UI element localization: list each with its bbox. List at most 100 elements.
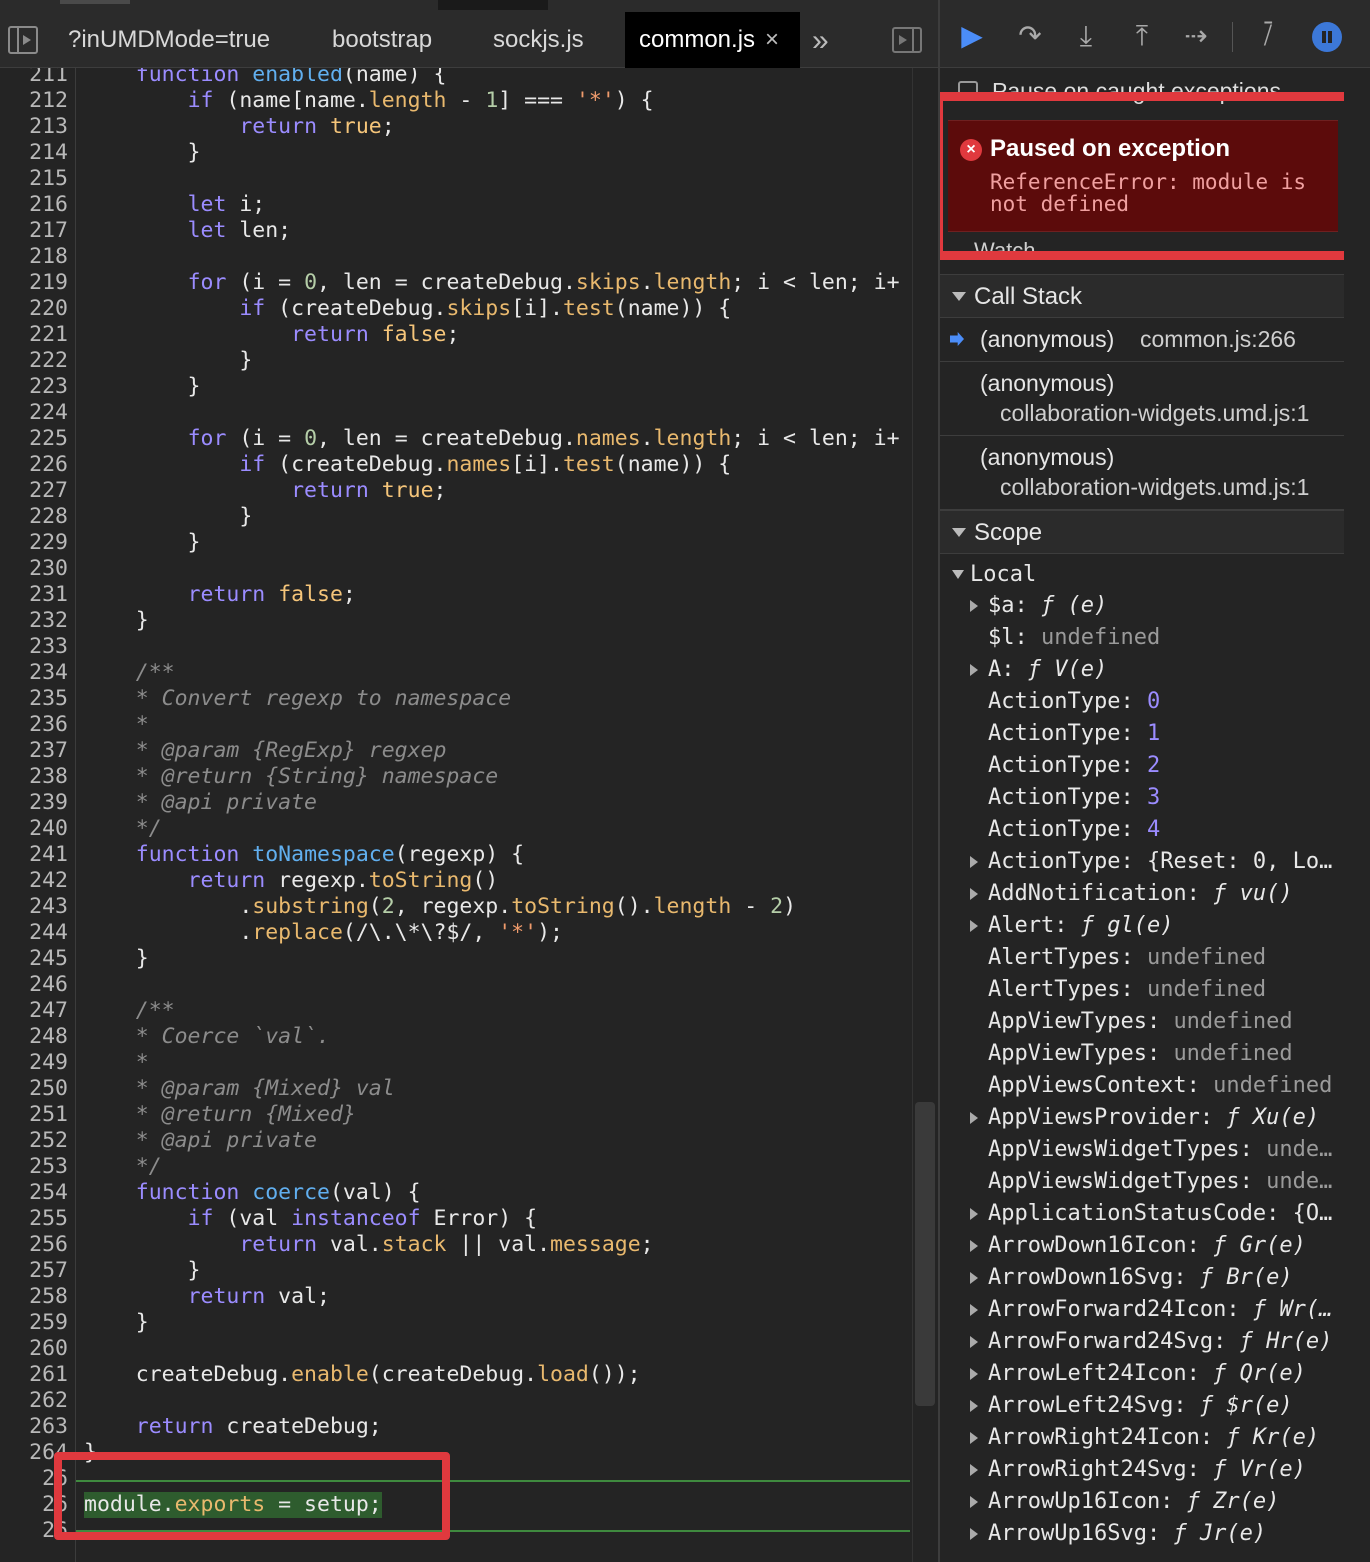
code-line[interactable]: 213 return true; [0, 114, 910, 140]
line-number[interactable]: 257 [0, 1258, 68, 1284]
code-line[interactable]: 221 return false; [0, 322, 910, 348]
scope-variable[interactable]: ActionType: 4 [940, 814, 1344, 846]
code-line[interactable]: 257 } [0, 1258, 910, 1284]
code-line[interactable]: 225 for (i = 0, len = createDebug.names.… [0, 426, 910, 452]
code-line[interactable]: 250 * @param {Mixed} val [0, 1076, 910, 1102]
line-number[interactable]: 243 [0, 894, 68, 920]
line-number[interactable]: 258 [0, 1284, 68, 1310]
scope-variable[interactable]: ArrowRight24Svg: ƒ Vr(e) [940, 1454, 1344, 1486]
line-number[interactable]: 239 [0, 790, 68, 816]
scope-variable[interactable]: ActionType: {Reset: 0, Lo… [940, 846, 1344, 878]
line-number[interactable]: 214 [0, 140, 68, 166]
code-line[interactable]: 243 .substring(2, regexp.toString().leng… [0, 894, 910, 920]
code-line[interactable]: 218 [0, 244, 910, 270]
code-line[interactable]: 240 */ [0, 816, 910, 842]
step-icon[interactable]: ⇢ [1178, 18, 1214, 54]
line-number[interactable]: 213 [0, 114, 68, 140]
code-line[interactable]: 245 } [0, 946, 910, 972]
line-number[interactable]: 227 [0, 478, 68, 504]
expand-triangle-icon[interactable] [970, 1432, 978, 1444]
scope-local-header[interactable]: Local [952, 562, 1036, 587]
code-line[interactable]: 236 * [0, 712, 910, 738]
code-line[interactable]: 252 * @api private [0, 1128, 910, 1154]
line-number[interactable]: 246 [0, 972, 68, 998]
expand-triangle-icon[interactable] [970, 888, 978, 900]
line-number[interactable]: 222 [0, 348, 68, 374]
line-number[interactable]: 250 [0, 1076, 68, 1102]
line-number[interactable]: 216 [0, 192, 68, 218]
code-line[interactable]: 251 * @return {Mixed} [0, 1102, 910, 1128]
code-line[interactable]: 242 return regexp.toString() [0, 868, 910, 894]
expand-triangle-icon[interactable] [970, 1496, 978, 1508]
expand-triangle-icon[interactable] [970, 1208, 978, 1220]
tab-close-icon[interactable]: × [765, 26, 779, 53]
line-number[interactable]: 211 [0, 68, 68, 88]
code-line[interactable]: 262 [0, 1388, 910, 1414]
line-number[interactable]: 215 [0, 166, 68, 192]
code-line[interactable]: 260 [0, 1336, 910, 1362]
line-number[interactable]: 230 [0, 556, 68, 582]
scope-variable[interactable]: Alert: ƒ gl(e) [940, 910, 1344, 942]
scope-variable[interactable]: ArrowForward24Icon: ƒ Wr(… [940, 1294, 1344, 1326]
scope-variable[interactable]: AppViewsWidgetTypes: unde… [940, 1166, 1344, 1198]
scope-variable[interactable]: ApplicationStatusCode: {O… [940, 1198, 1344, 1230]
line-number[interactable]: 260 [0, 1336, 68, 1362]
scope-header[interactable]: Scope [940, 510, 1344, 554]
scope-variable[interactable]: ArrowDown16Svg: ƒ Br(e) [940, 1262, 1344, 1294]
scope-variable[interactable]: AppViewsProvider: ƒ Xu(e) [940, 1102, 1344, 1134]
scope-variable[interactable]: AppViewTypes: undefined [940, 1006, 1344, 1038]
line-number[interactable]: 249 [0, 1050, 68, 1076]
code-line[interactable]: 244 .replace(/\.\*\?$/, '*'); [0, 920, 910, 946]
code-line[interactable]: 219 for (i = 0, len = createDebug.skips.… [0, 270, 910, 296]
line-number[interactable]: 238 [0, 764, 68, 790]
code-line[interactable]: 235 * Convert regexp to namespace [0, 686, 910, 712]
call-stack-header[interactable]: Call Stack [940, 274, 1344, 318]
line-number[interactable]: 242 [0, 868, 68, 894]
navigator-toggle-icon[interactable] [8, 26, 38, 54]
code-line[interactable]: 248 * Coerce `val`. [0, 1024, 910, 1050]
expand-triangle-icon[interactable] [970, 1528, 978, 1540]
scope-variable[interactable]: $l: undefined [940, 622, 1344, 654]
line-number[interactable]: 224 [0, 400, 68, 426]
scope-variable[interactable]: $a: ƒ (e) [940, 590, 1344, 622]
line-number[interactable]: 241 [0, 842, 68, 868]
code-line[interactable]: 261 createDebug.enable(createDebug.load(… [0, 1362, 910, 1388]
code-line[interactable]: 224 [0, 400, 910, 426]
step-over-icon[interactable]: ↷ [1012, 18, 1048, 54]
scope-variable[interactable]: ArrowUp16Svg: ƒ Jr(e) [940, 1518, 1344, 1550]
scope-variable[interactable]: ArrowDown16Icon: ƒ Gr(e) [940, 1230, 1344, 1262]
editor-scrollbar[interactable] [912, 68, 936, 1562]
tab-sockjs[interactable]: sockjs.js [479, 12, 598, 68]
line-number[interactable]: 262 [0, 1388, 68, 1414]
code-line[interactable]: 238 * @return {String} namespace [0, 764, 910, 790]
line-number[interactable]: 263 [0, 1414, 68, 1440]
line-number[interactable]: 237 [0, 738, 68, 764]
line-number[interactable]: 220 [0, 296, 68, 322]
scope-variable[interactable]: AlertTypes: undefined [940, 942, 1344, 974]
scope-variable[interactable]: ActionType: 1 [940, 718, 1344, 750]
code-line[interactable]: 258 return val; [0, 1284, 910, 1310]
code-line[interactable]: 214 } [0, 140, 910, 166]
code-line[interactable]: 226 if (createDebug.names[i].test(name))… [0, 452, 910, 478]
code-line[interactable]: 263 return createDebug; [0, 1414, 910, 1440]
scope-variable[interactable]: AppViewsWidgetTypes: unde… [940, 1134, 1344, 1166]
line-number[interactable]: 259 [0, 1310, 68, 1336]
scope-variable[interactable]: ArrowLeft24Svg: ƒ $r(e) [940, 1390, 1344, 1422]
expand-triangle-icon[interactable] [970, 1304, 978, 1316]
resume-icon[interactable]: ▶ [954, 18, 990, 54]
code-line[interactable]: 253 */ [0, 1154, 910, 1180]
line-number[interactable]: 218 [0, 244, 68, 270]
line-number[interactable]: 247 [0, 998, 68, 1024]
line-number[interactable]: 226 [0, 452, 68, 478]
code-line[interactable]: 241 function toNamespace(regexp) { [0, 842, 910, 868]
code-line[interactable]: 211 function enabled(name) { [0, 68, 910, 88]
scope-variable[interactable]: ActionType: 3 [940, 782, 1344, 814]
expand-triangle-icon[interactable] [970, 1368, 978, 1380]
expand-triangle-icon[interactable] [970, 920, 978, 932]
line-number[interactable]: 225 [0, 426, 68, 452]
code-editor[interactable]: 211 function enabled(name) {212 if (name… [0, 68, 938, 1562]
line-number[interactable]: 248 [0, 1024, 68, 1050]
code-line[interactable]: 222 } [0, 348, 910, 374]
expand-triangle-icon[interactable] [970, 664, 978, 676]
code-line[interactable]: 229 } [0, 530, 910, 556]
